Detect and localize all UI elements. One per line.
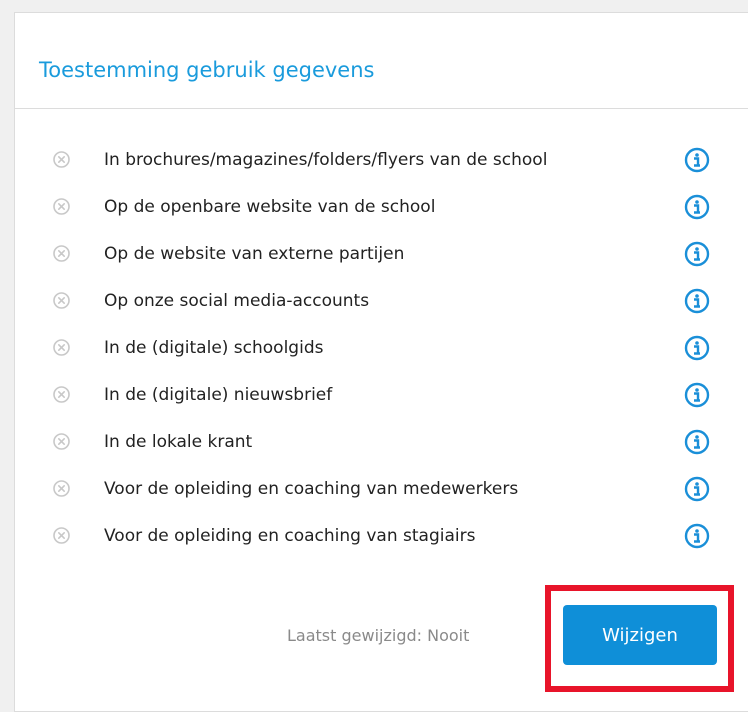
consent-item-label: In brochures/magazines/folders/flyers va… — [104, 150, 548, 170]
info-circle-icon[interactable] — [684, 335, 710, 361]
info-circle-icon[interactable] — [684, 194, 710, 220]
consent-item: In de (digitale) schoolgids — [15, 335, 748, 365]
consent-item-label: In de (digitale) nieuwsbrief — [104, 385, 333, 405]
consent-item-label: Op onze social media-accounts — [104, 291, 370, 311]
info-circle-icon[interactable] — [684, 523, 710, 549]
info-circle-icon[interactable] — [684, 147, 710, 173]
consent-panel: Toestemming gebruik gegevens In brochure… — [14, 12, 748, 712]
x-circle-icon — [53, 480, 70, 497]
info-circle-icon[interactable] — [684, 288, 710, 314]
x-circle-icon — [53, 527, 70, 544]
x-circle-icon — [53, 339, 70, 356]
consent-item-label: Op de website van externe partijen — [104, 244, 405, 264]
consent-item: Op onze social media-accounts — [15, 288, 748, 318]
consent-item: In brochures/magazines/folders/flyers va… — [15, 147, 748, 177]
info-circle-icon[interactable] — [684, 476, 710, 502]
consent-item-label: Op de openbare website van de school — [104, 197, 436, 217]
consent-item: In de lokale krant — [15, 429, 748, 459]
panel-header: Toestemming gebruik gegevens — [15, 13, 748, 109]
edit-button[interactable]: Wijzigen — [563, 605, 717, 665]
consent-item: In de (digitale) nieuwsbrief — [15, 382, 748, 412]
consent-item: Op de openbare website van de school — [15, 194, 748, 224]
x-circle-icon — [53, 151, 70, 168]
x-circle-icon — [53, 386, 70, 403]
consent-item: Op de website van externe partijen — [15, 241, 748, 271]
x-circle-icon — [53, 198, 70, 215]
consent-item-label: In de (digitale) schoolgids — [104, 338, 324, 358]
info-circle-icon[interactable] — [684, 429, 710, 455]
x-circle-icon — [53, 292, 70, 309]
consent-item: Voor de opleiding en coaching van medewe… — [15, 476, 748, 506]
x-circle-icon — [53, 433, 70, 450]
consent-item: Voor de opleiding en coaching van stagia… — [15, 523, 748, 553]
consent-item-label: Voor de opleiding en coaching van stagia… — [104, 526, 476, 546]
panel-title: Toestemming gebruik gegevens — [39, 58, 375, 82]
x-circle-icon — [53, 245, 70, 262]
last-modified-text: Laatst gewijzigd: Nooit — [287, 626, 470, 645]
consent-item-label: In de lokale krant — [104, 432, 253, 452]
info-circle-icon[interactable] — [684, 241, 710, 267]
consent-item-label: Voor de opleiding en coaching van medewe… — [104, 479, 519, 499]
info-circle-icon[interactable] — [684, 382, 710, 408]
